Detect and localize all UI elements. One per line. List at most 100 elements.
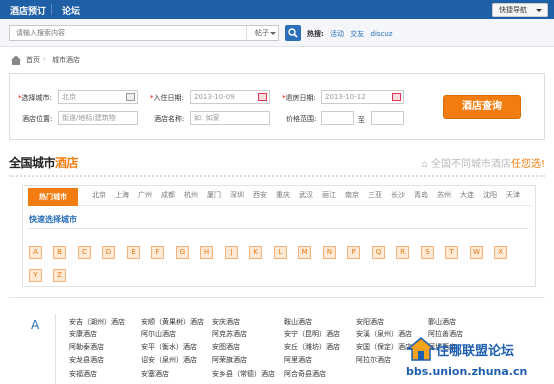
letter-k[interactable]: K	[249, 246, 262, 259]
hotel-search-button[interactable]: 酒店查询	[443, 95, 521, 119]
hot-city-2[interactable]: 广州	[138, 190, 152, 200]
letter-s[interactable]: S	[421, 246, 434, 259]
hot-city-11[interactable]: 南京	[345, 190, 359, 200]
city-link[interactable]: 安龙县酒店	[69, 355, 104, 365]
nav-forum[interactable]: 论坛	[62, 4, 80, 17]
home-icon[interactable]	[9, 54, 23, 66]
letter-b[interactable]: B	[53, 246, 66, 259]
hot-city-9[interactable]: 武汉	[299, 190, 313, 200]
letter-y[interactable]: Y	[29, 269, 42, 282]
hot-city-10[interactable]: 丽江	[322, 190, 336, 200]
checkout-date-field[interactable]: 2013-10-12	[321, 90, 404, 104]
letter-n[interactable]: N	[323, 246, 336, 259]
checkin-date-field[interactable]: 2013-10-09	[190, 90, 270, 104]
letter-j[interactable]: J	[225, 246, 238, 259]
hot-city-4[interactable]: 杭州	[184, 190, 198, 200]
calendar-icon	[258, 93, 267, 101]
hot-city-13[interactable]: 长沙	[391, 190, 405, 200]
hot-tag-2[interactable]: discuz	[371, 30, 393, 38]
hot-city-3[interactable]: 成都	[161, 190, 175, 200]
city-section-title-highlight: 酒店	[55, 156, 79, 170]
letter-x[interactable]: X	[494, 246, 507, 259]
letter-d[interactable]: D	[102, 246, 115, 259]
city-link[interactable]: 安图酒店	[212, 342, 240, 352]
location-field[interactable]: 街道/地标/建筑物	[58, 111, 138, 125]
hot-city-6[interactable]: 深圳	[230, 190, 244, 200]
city-link[interactable]: 诏安（泉州）酒店	[141, 355, 197, 365]
city-link[interactable]: 安庆酒店	[212, 317, 240, 327]
city-link[interactable]: 安吉（湖州）酒店	[69, 317, 125, 327]
hot-city-16[interactable]: 大连	[460, 190, 474, 200]
city-link[interactable]: 阿克苏酒店	[212, 329, 247, 339]
breadcrumb-current: 城市酒店	[52, 56, 80, 64]
letter-g[interactable]: G	[176, 246, 189, 259]
search-button[interactable]	[285, 25, 301, 41]
search-icon	[288, 28, 298, 38]
city-link[interactable]: 安福酒店	[69, 369, 97, 379]
hot-city-1[interactable]: 上海	[115, 190, 129, 200]
letter-r[interactable]: R	[396, 246, 409, 259]
price-max-field[interactable]	[371, 111, 404, 125]
checkin-label-text: 入住日期:	[153, 94, 184, 102]
city-link[interactable]: 安阳酒店	[356, 317, 384, 327]
hot-search-label: 热搜:	[307, 30, 324, 38]
letter-c[interactable]: C	[78, 246, 91, 259]
hot-city-tabs: 热门城市 北京 上海 广州 成都 杭州 厦门 深圳 西安 重庆 武汉 丽江 南京…	[28, 188, 531, 206]
hot-city-8[interactable]: 重庆	[276, 190, 290, 200]
hot-city-0[interactable]: 北京	[92, 190, 106, 200]
city-link[interactable]: 阿拉尔酒店	[356, 355, 391, 365]
search-input[interactable]	[10, 26, 246, 40]
slogan-highlight: 任您选!	[510, 159, 545, 170]
city-link[interactable]: 安乡县（常德）酒店	[212, 369, 275, 379]
nav-hotel-booking[interactable]: 酒店预订	[10, 4, 46, 17]
hot-city-18[interactable]: 天津	[506, 190, 520, 200]
city-link[interactable]: 安康酒店	[69, 329, 97, 339]
city-link[interactable]: 阿合奇县酒店	[284, 369, 326, 379]
letter-a[interactable]: A	[29, 246, 42, 259]
breadcrumb-home[interactable]: 首页	[26, 55, 40, 65]
letter-t[interactable]: T	[445, 246, 458, 259]
city-link[interactable]: 鞍山酒店	[284, 317, 312, 327]
city-link[interactable]: 阿荣旗酒店	[212, 355, 247, 365]
location-placeholder: 街道/地标/建筑物	[62, 114, 116, 122]
tab-hot-cities[interactable]: 热门城市	[28, 188, 78, 206]
price-min-field[interactable]	[321, 111, 354, 125]
search-scope-label: 帖子	[255, 29, 269, 37]
hot-city-5[interactable]: 厦门	[207, 190, 221, 200]
hot-city-15[interactable]: 苏州	[437, 190, 451, 200]
hotel-name-field[interactable]: 如: 如家	[190, 111, 270, 125]
section-divider	[9, 175, 545, 177]
city-link[interactable]: 阿勒泰酒店	[69, 342, 104, 352]
hot-city-12[interactable]: 三亚	[368, 190, 382, 200]
letter-w[interactable]: W	[470, 246, 483, 259]
letter-p[interactable]: P	[347, 246, 360, 259]
hot-city-7[interactable]: 西安	[253, 190, 267, 200]
forum-watermark: 住哪联盟论坛 bbs.union.zhuna.cn	[404, 336, 554, 383]
city-link[interactable]: 安顺（黄果树）酒店	[141, 317, 204, 327]
hot-city-17[interactable]: 沈阳	[483, 190, 497, 200]
letter-l[interactable]: L	[274, 246, 287, 259]
letter-h[interactable]: H	[200, 246, 213, 259]
search-scope-select[interactable]: 帖子	[246, 26, 280, 40]
city-link[interactable]: 安塞酒店	[141, 369, 169, 379]
city-link[interactable]: 鄞山酒店	[428, 317, 456, 327]
city-label-text: 选择城市:	[21, 94, 52, 102]
city-link[interactable]: 安丘（潍坊）酒店	[284, 342, 340, 352]
letter-e[interactable]: E	[127, 246, 140, 259]
letter-m[interactable]: M	[298, 246, 311, 259]
city-section-header: 全国城市酒店 ⌂ 全国不同城市酒店任您选!	[9, 148, 545, 174]
letter-f[interactable]: F	[151, 246, 164, 259]
city-field[interactable]: 北京	[58, 90, 138, 104]
quick-nav-button[interactable]: 快捷导航	[492, 3, 548, 17]
letter-z[interactable]: Z	[53, 269, 66, 282]
city-link[interactable]: 安平（衡水）酒店	[141, 342, 197, 352]
hot-city-14[interactable]: 青岛	[414, 190, 428, 200]
city-link[interactable]: 阿里酒店	[284, 355, 312, 365]
city-link[interactable]: 阿尔山酒店	[141, 329, 176, 339]
chevron-down-icon	[270, 32, 276, 35]
letter-q[interactable]: Q	[372, 246, 385, 259]
hot-tag-1[interactable]: 交友	[350, 30, 364, 38]
hot-tag-0[interactable]: 活动	[330, 30, 344, 38]
search-box: 帖子	[9, 25, 279, 41]
city-link[interactable]: 安宁（昆明）酒店	[284, 329, 340, 339]
